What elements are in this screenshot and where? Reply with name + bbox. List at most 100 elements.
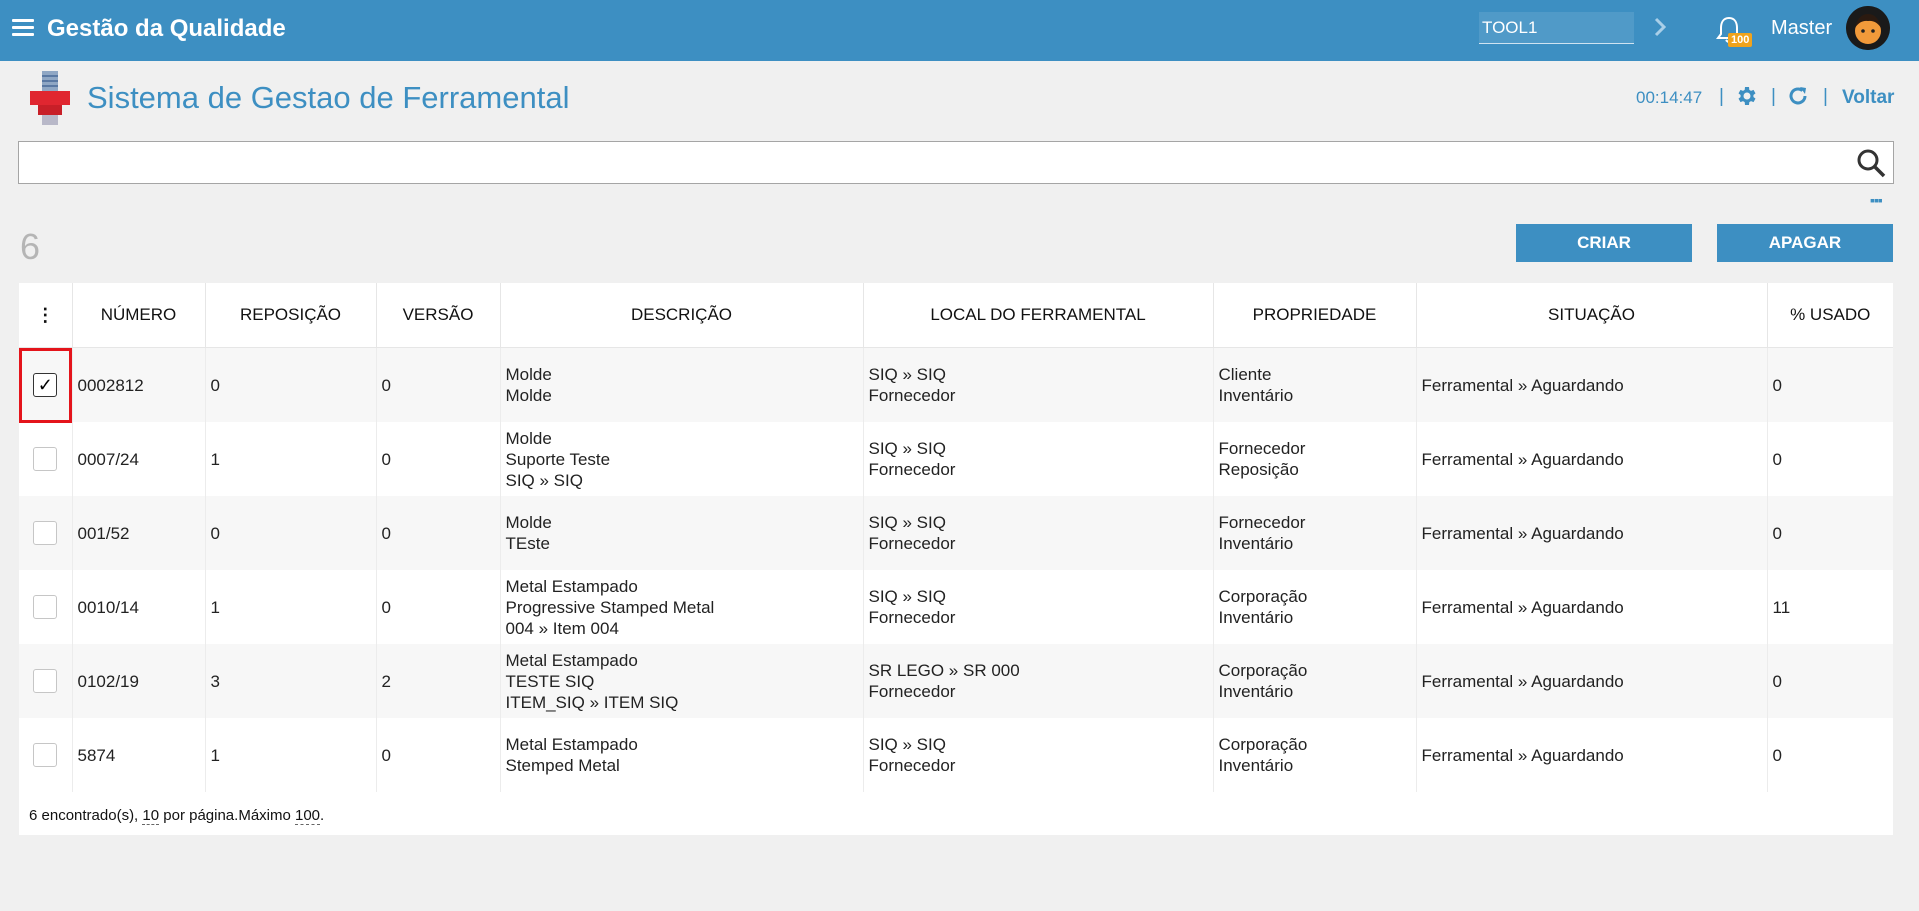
row-select-cell[interactable]	[19, 496, 73, 570]
cell-numero: 0102/19	[72, 644, 206, 718]
cell-versao: 0	[376, 496, 501, 570]
chevron-right-icon[interactable]	[1652, 15, 1668, 39]
search-icon[interactable]	[1855, 147, 1887, 179]
gear-icon[interactable]	[1734, 84, 1758, 108]
cell-reposicao: 1	[205, 570, 377, 644]
separator: |	[1719, 86, 1724, 107]
column-header[interactable]: PROPRIEDADE	[1213, 283, 1417, 348]
row-select-cell[interactable]: ✓	[19, 347, 73, 423]
checkbox-icon[interactable]	[33, 743, 58, 767]
cell-descricao: Metal Estampado Progressive Stamped Metal…	[500, 570, 864, 644]
period-text: .	[320, 807, 325, 824]
refresh-icon[interactable]	[1786, 84, 1810, 108]
back-link[interactable]: Voltar	[1842, 87, 1894, 109]
tool-input-field[interactable]	[1479, 12, 1634, 44]
table-header-row: ⋮ NÚMERO REPOSIÇÃO VERSÃO DESCRIÇÃO LOCA…	[19, 283, 1893, 348]
top-bar: Gestão da Qualidade 100 Master	[0, 0, 1919, 61]
per-page-value[interactable]: 10	[142, 807, 160, 825]
table-row[interactable]: 0007/24 1 0 Molde Suporte Teste SIQ » SIQ …	[19, 422, 1893, 496]
search-box[interactable]	[18, 141, 1894, 184]
row-select-cell[interactable]	[19, 570, 73, 644]
row-select-cell[interactable]	[19, 644, 73, 718]
checkbox-icon[interactable]	[33, 669, 58, 693]
cell-reposicao: 0	[205, 496, 377, 570]
row-select-cell[interactable]	[19, 718, 73, 792]
column-header[interactable]: DESCRIÇÃO	[500, 283, 864, 348]
cell-usado: 0	[1772, 671, 1782, 691]
cell-propriedade: Fornecedor Reposição	[1213, 422, 1417, 496]
pagination-info: 6 encontrado(s), 10 por página.Máximo 10…	[29, 807, 325, 825]
cell-situacao: Ferramental » Aguardando	[1416, 422, 1768, 496]
table-row[interactable]: 5874 1 0 Metal Estampado Stemped Metal SI…	[19, 718, 1893, 792]
cell-reposicao: 0	[205, 347, 377, 422]
column-header[interactable]: SITUAÇÃO	[1416, 283, 1768, 348]
table-row[interactable]: 001/52 0 0 Molde TEste SIQ » SIQ Fornecedo…	[19, 496, 1893, 570]
cell-descricao: Metal Estampado TESTE SIQ ITEM_SIQ » ITEM …	[500, 644, 864, 718]
cell-usado: 0	[1772, 523, 1782, 543]
table-row[interactable]: ✓ 0002812 0 0 Molde Molde SIQ » SIQ Fornec…	[19, 347, 1893, 423]
checkbox-icon[interactable]	[33, 595, 58, 619]
avatar[interactable]	[1846, 6, 1890, 50]
cell-situacao: Ferramental » Aguardando	[1416, 570, 1768, 644]
checkbox-icon[interactable]	[33, 521, 58, 545]
column-header[interactable]: REPOSIÇÃO	[205, 283, 377, 348]
cell-versao: 0	[376, 718, 501, 792]
cell-propriedade: Corporação Inventário	[1213, 570, 1417, 644]
found-count-text: 6 encontrado(s),	[29, 807, 143, 824]
more-icon[interactable]: ▪▪▪	[1870, 192, 1883, 208]
column-header[interactable]: LOCAL DO FERRAMENTAL	[863, 283, 1214, 348]
max-value[interactable]: 100	[295, 807, 321, 825]
cell-usado: 11	[1772, 597, 1791, 617]
separator: |	[1823, 86, 1828, 107]
cell-usado: 0	[1772, 449, 1782, 469]
search-input[interactable]	[19, 142, 1839, 183]
cell-propriedade: Fornecedor Inventário	[1213, 496, 1417, 570]
cell-numero: 001/52	[72, 496, 206, 570]
column-header[interactable]: % USADO	[1767, 283, 1893, 348]
app: Gestão da Qualidade 100 Master	[0, 0, 1919, 911]
tool-logo-icon	[30, 71, 70, 125]
column-header[interactable]: VERSÃO	[376, 283, 501, 348]
per-page-text: por página.Máximo	[159, 807, 295, 824]
cell-descricao: Molde TEste	[500, 496, 864, 570]
delete-button[interactable]: APAGAR	[1717, 224, 1893, 262]
cell-local: SR LEGO » SR 000 Fornecedor	[863, 644, 1214, 718]
cell-descricao: Molde Molde	[500, 347, 864, 422]
cell-local: SIQ » SIQ Fornecedor	[863, 347, 1214, 422]
cell-numero: 0010/14	[72, 570, 206, 644]
user-name[interactable]: Master	[1771, 17, 1832, 40]
notification-badge: 100	[1728, 33, 1753, 47]
cell-propriedade: Cliente Inventário	[1213, 347, 1417, 422]
cell-descricao: Metal Estampado Stemped Metal	[500, 718, 864, 792]
cell-situacao: Ferramental » Aguardando	[1416, 347, 1768, 422]
cell-local: SIQ » SIQ Fornecedor	[863, 718, 1214, 792]
cell-local: SIQ » SIQ Fornecedor	[863, 496, 1214, 570]
cell-numero: 5874	[72, 718, 206, 792]
create-button[interactable]: CRIAR	[1516, 224, 1692, 262]
table-row[interactable]: 0102/19 3 2 Metal Estampado TESTE SIQ ITEM…	[19, 644, 1893, 718]
column-menu-icon[interactable]: ⋮	[19, 283, 73, 348]
session-timer: 00:14:47	[1636, 88, 1703, 107]
checkbox-icon[interactable]	[33, 447, 58, 471]
selection-highlight	[19, 348, 72, 423]
cell-versao: 0	[376, 422, 501, 496]
column-header[interactable]: NÚMERO	[72, 283, 206, 348]
cell-reposicao: 1	[205, 718, 377, 792]
row-select-cell[interactable]	[19, 422, 73, 496]
tool-input[interactable]	[1479, 12, 1634, 43]
cell-situacao: Ferramental » Aguardando	[1416, 644, 1768, 718]
cell-local: SIQ » SIQ Fornecedor	[863, 570, 1214, 644]
tool-table: ⋮ NÚMERO REPOSIÇÃO VERSÃO DESCRIÇÃO LOCA…	[19, 283, 1893, 792]
cell-versao: 2	[376, 644, 501, 718]
cell-versao: 0	[376, 570, 501, 644]
cell-situacao: Ferramental » Aguardando	[1416, 718, 1768, 792]
cell-reposicao: 1	[205, 422, 377, 496]
cell-usado: 0	[1772, 375, 1782, 395]
cell-local: SIQ » SIQ Fornecedor	[863, 422, 1214, 496]
menu-icon[interactable]	[12, 19, 34, 37]
app-title: Gestão da Qualidade	[47, 15, 286, 42]
table-row[interactable]: 0010/14 1 0 Metal Estampado Progressive S…	[19, 570, 1893, 644]
cell-numero: 0002812	[72, 347, 206, 422]
cell-propriedade: Corporação Inventário	[1213, 718, 1417, 792]
cell-usado: 0	[1772, 745, 1782, 765]
